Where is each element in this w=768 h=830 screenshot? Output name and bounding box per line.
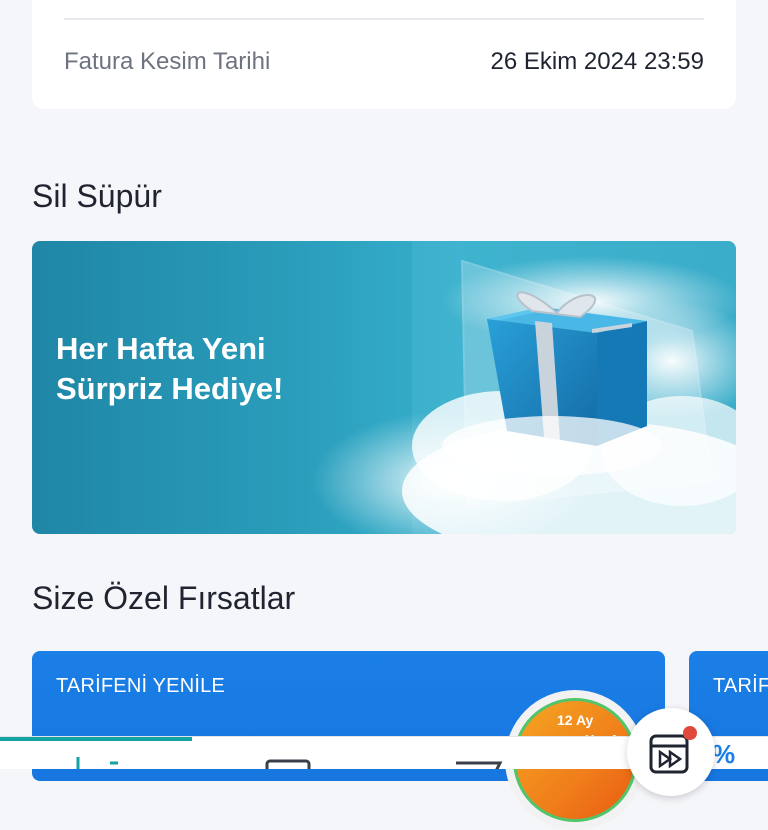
invoice-cutoff-label: Fatura Kesim Tarihi [64,48,271,75]
section-title-sil-supur: Sil Süpür [32,178,162,214]
offer-card-caption: TARİF [713,675,768,697]
divider [64,18,704,20]
fast-forward-icon [649,734,689,774]
percent-icon: % [712,739,736,769]
invoice-cutoff-row: Fatura Kesim Tarihi 26 Ekim 2024 23:59 [64,48,704,76]
offer-card-caption: TARİFENİ YENİLE [56,675,225,697]
offer-badge-text-1: 12 Ay [557,712,594,728]
cart-icon [456,761,503,769]
invoice-card: Fatura Kesim Tarihi 26 Ekim 2024 23:59 [32,0,736,109]
sil-supur-banner[interactable]: Her Hafta Yeni Sürpriz Hediye! [32,241,736,534]
invoice-cutoff-value: 26 Ekim 2024 23:59 [490,48,704,75]
home-icon [76,757,118,769]
banner-headline: Her Hafta Yeni Sürpriz Hediye! [56,329,283,409]
section-title-offers: Size Özel Fırsatlar [32,580,296,616]
banner-headline-line2: Sürpriz Hediye! [56,371,284,406]
banner-headline-line1: Her Hafta Yeni [56,331,266,366]
notification-dot [683,726,697,740]
fab-button[interactable] [627,708,715,796]
